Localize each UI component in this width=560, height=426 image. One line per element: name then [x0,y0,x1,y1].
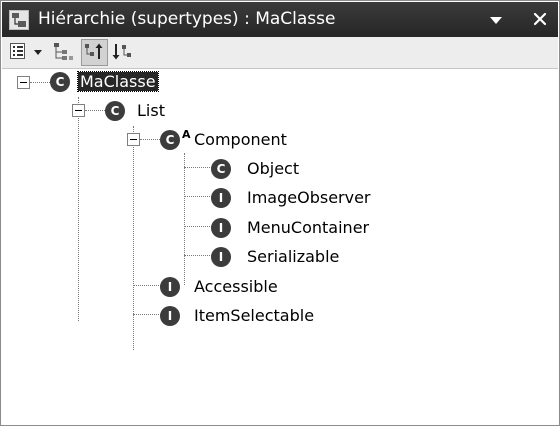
chevron-down-icon [34,50,42,55]
type-hierarchy-icon [54,43,73,60]
tree-node-serializable[interactable]: I Serializable [211,243,471,271]
supertype-hierarchy-button[interactable] [81,39,108,66]
tree-connector [184,255,212,256]
subtype-hierarchy-button[interactable] [110,40,134,64]
interface-icon: I [211,188,231,208]
tree-connector [133,285,161,286]
list-layout-icon [10,43,25,59]
tree-connector [184,167,212,168]
supertype-hierarchy-icon [85,43,103,59]
tree-node-label: Component [194,130,287,149]
tree-connector [85,110,107,111]
view-menu-icon[interactable] [486,11,506,29]
interface-icon: I [160,277,180,297]
class-icon: C [160,130,180,150]
tree-node-label: ItemSelectable [194,306,315,325]
collapse-toggle[interactable] [127,133,140,146]
tree-node-label: Accessible [194,277,278,296]
layout-menu-button[interactable] [8,40,32,64]
tree-connector [133,126,134,350]
subtype-hierarchy-icon [112,44,131,60]
tree-node-object[interactable]: C Object [211,155,451,183]
tree-connector [133,314,161,315]
tree-connector [184,196,212,197]
tree-node-component[interactable]: C A Component [160,126,400,154]
tree-node-label: MenuContainer [247,218,370,237]
view-title-bar[interactable]: Hiérarchie (supertypes) : MaClasse [2,2,558,37]
tree-node-label: MaClasse [77,71,159,92]
layout-dropdown-arrow[interactable] [32,40,46,64]
close-icon[interactable] [529,8,551,30]
collapse-toggle[interactable] [72,104,85,117]
tree-node-menucontainer[interactable]: I MenuContainer [211,214,471,242]
type-hierarchy-button[interactable] [52,40,76,64]
tree-node-list[interactable]: C List [105,97,305,125]
class-icon: C [105,101,125,121]
tree-connector [78,97,79,321]
tree-connector [30,82,52,83]
interface-icon: I [211,218,231,238]
tree-node-label: ImageObserver [247,188,371,207]
view-toolbar [2,37,558,69]
view-title: Hiérarchie (supertypes) : MaClasse [38,9,336,29]
tree-node-accessible[interactable]: I Accessible [160,273,420,301]
tree-node-label: Object [247,159,300,178]
tree-node-itemselectable[interactable]: I ItemSelectable [160,302,420,330]
tree-connector [140,139,160,140]
type-hierarchy-view: Hiérarchie (supertypes) : MaClasse C MaC… [0,0,560,426]
hierarchy-tree[interactable]: C MaClasse C List C A Component C Object… [2,69,558,425]
hierarchy-icon [9,10,29,30]
tree-connector [184,153,185,285]
tree-node-imageobserver[interactable]: I ImageObserver [211,184,471,212]
tree-connector [184,226,212,227]
collapse-toggle[interactable] [17,76,30,89]
tree-node-label: Serializable [247,247,340,266]
interface-icon: I [160,306,180,326]
class-icon: C [50,72,70,92]
class-icon: C [211,159,231,179]
tree-node-maclasse[interactable]: C MaClasse [50,68,250,96]
tree-node-label: List [137,101,165,120]
abstract-marker: A [182,128,191,141]
interface-icon: I [211,247,231,267]
